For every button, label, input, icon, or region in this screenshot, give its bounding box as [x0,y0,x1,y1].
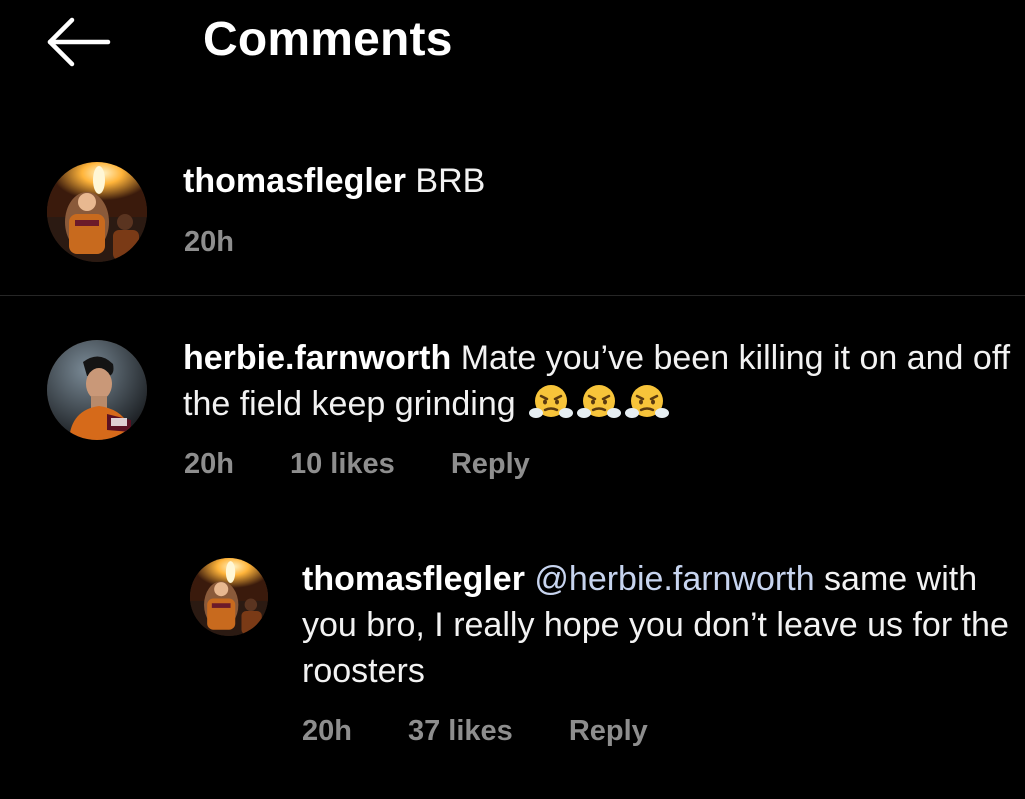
comment-text: herbie.farnworth Mate you’ve been killin… [183,335,1013,427]
comment-meta: 20h [184,224,234,260]
comment-timestamp: 20h [184,448,234,480]
arrow-left-icon [47,17,111,67]
comment-meta: 20h 10 likes Reply [184,446,530,482]
comment-timestamp: 20h [184,226,234,258]
divider [0,295,1025,296]
reply-timestamp: 20h [302,715,352,747]
back-button[interactable] [40,14,116,70]
avatar-herbie-farnworth-icon [47,340,147,440]
reply-meta: 20h 37 likes Reply [302,713,648,749]
comment-text: thomasflegler BRB [183,158,983,204]
comment-username[interactable]: thomasflegler [183,162,406,200]
likes-count[interactable]: 37 likes [408,713,513,749]
avatar[interactable] [190,558,268,636]
face-with-steam-from-nose-icon [577,383,622,421]
avatar-thomasflegler-icon [47,162,147,262]
face-with-steam-from-nose-icon [625,383,670,421]
page-title: Comments [203,13,453,66]
comment-body: BRB [415,162,486,200]
face-with-steam-from-nose-icon [529,383,574,421]
reply-text: thomasflegler @herbie.farnworth same wit… [302,556,1022,694]
reply-button[interactable]: Reply [569,713,648,749]
comment-username[interactable]: herbie.farnworth [183,339,451,377]
avatar[interactable] [47,340,147,440]
reply-button[interactable]: Reply [451,446,530,482]
reply-username[interactable]: thomasflegler [302,560,525,598]
mention-link[interactable]: @herbie.farnworth [534,560,814,598]
avatar[interactable] [47,162,147,262]
header: Comments [0,0,1025,82]
likes-count[interactable]: 10 likes [290,446,395,482]
avatar-thomasflegler-icon [190,558,268,636]
